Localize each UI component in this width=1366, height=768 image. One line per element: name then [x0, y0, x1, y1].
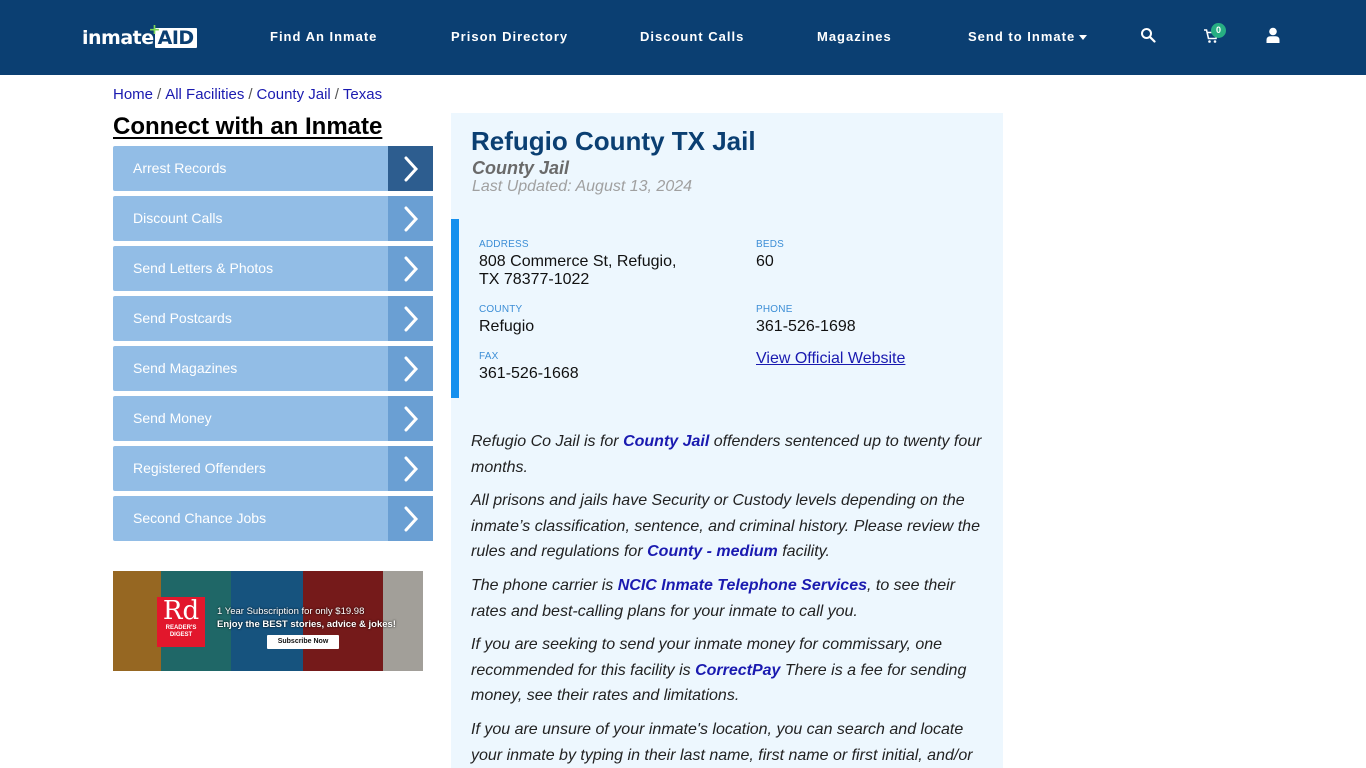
chevron-right-icon — [388, 346, 433, 391]
sidebar-item-label: Arrest Records — [133, 160, 227, 176]
county-jail-link[interactable]: County Jail — [623, 433, 709, 450]
plus-icon: + — [148, 22, 161, 38]
inmateaid-logo[interactable]: inmate + AID — [82, 22, 197, 50]
sidebar-item-arrest-records[interactable]: Arrest Records — [113, 146, 433, 191]
view-official-website-link[interactable]: View Official Website — [756, 350, 905, 368]
description-paragraph: If you are seeking to send your inmate m… — [471, 636, 967, 704]
breadcrumb-all-facilities[interactable]: All Facilities — [165, 86, 244, 103]
breadcrumb-texas[interactable]: Texas — [343, 86, 382, 103]
breadcrumb: Home / All Facilities / County Jail / Texas — [113, 86, 382, 103]
facility-type: County Jail — [472, 158, 570, 178]
chevron-right-icon — [388, 146, 433, 191]
description-paragraph: All prisons and jails have Security or C… — [471, 492, 980, 560]
sidebar-item-label: Second Chance Jobs — [133, 510, 267, 526]
description-paragraph: Refugio Co Jail is for County Jail offen… — [471, 433, 982, 476]
description-paragraph: If you are unsure of your inmate's locat… — [471, 721, 973, 764]
sidebar-item-label: Discount Calls — [133, 210, 223, 226]
chevron-right-icon — [388, 396, 433, 441]
correctpay-link[interactable]: CorrectPay — [695, 662, 780, 679]
sidebar-item-registered-offenders[interactable]: Registered Offenders — [113, 446, 433, 491]
search-icon[interactable] — [1140, 27, 1160, 47]
beds-label: BEDS — [756, 239, 785, 250]
sidebar-item-send-postcards[interactable]: Send Postcards — [113, 296, 433, 341]
sidebar-item-label: Send Magazines — [133, 360, 238, 376]
phone-label: PHONE — [756, 304, 793, 315]
sidebar-title: Connect with an Inmate — [113, 113, 383, 140]
subscribe-now-button[interactable]: Subscribe Now — [267, 635, 339, 649]
facility-title: Refugio County TX Jail — [471, 126, 756, 156]
caret-down-icon — [1079, 35, 1088, 41]
security-level-link[interactable]: County - medium — [647, 543, 778, 560]
sidebar-item-second-chance-jobs[interactable]: Second Chance Jobs — [113, 496, 433, 541]
nav-send-to-inmate-label: Send to Inmate — [968, 29, 1076, 44]
readers-digest-logo: Rd READER'S DIGEST — [157, 597, 205, 647]
sidebar-item-send-magazines[interactable]: Send Magazines — [113, 346, 433, 391]
chevron-right-icon — [388, 496, 433, 541]
nav-prison-directory[interactable]: Prison Directory — [451, 29, 568, 44]
breadcrumb-home[interactable]: Home — [113, 86, 153, 103]
readers-digest-ad-banner[interactable]: Rd READER'S DIGEST 1 Year Subscription f… — [113, 571, 423, 671]
last-updated: Last Updated: August 13, 2024 — [472, 178, 693, 195]
sidebar-item-send-money[interactable]: Send Money — [113, 396, 433, 441]
county-label: COUNTY — [479, 304, 523, 315]
beds-value: 60 — [756, 253, 774, 270]
top-navigation-bar: inmate + AID Find An Inmate Prison Direct… — [0, 0, 1366, 75]
chevron-right-icon — [388, 196, 433, 241]
cart-count-badge: 0 — [1211, 23, 1226, 38]
breadcrumb-county-jail[interactable]: County Jail — [257, 86, 331, 103]
fax-label: FAX — [479, 351, 499, 362]
description-paragraph: The phone carrier is NCIC Inmate Telepho… — [471, 577, 956, 620]
logo-text: inmate — [82, 27, 154, 49]
nav-magazines[interactable]: Magazines — [817, 29, 892, 44]
chevron-right-icon — [388, 446, 433, 491]
phone-value: 361-526-1698 — [756, 318, 856, 335]
sidebar-item-send-letters-photos[interactable]: Send Letters & Photos — [113, 246, 433, 291]
breadcrumb-separator: / — [334, 86, 339, 103]
sidebar-item-discount-calls[interactable]: Discount Calls — [113, 196, 433, 241]
address-value: 808 Commerce St, Refugio, TX 78377-1022 — [479, 253, 677, 288]
fax-value: 361-526-1668 — [479, 365, 579, 382]
county-value: Refugio — [479, 318, 535, 335]
breadcrumb-separator: / — [248, 86, 253, 103]
sidebar-item-label: Send Money — [133, 410, 212, 426]
sidebar-item-label: Registered Offenders — [133, 460, 266, 476]
user-icon[interactable] — [1266, 27, 1286, 47]
sidebar-item-label: Send Postcards — [133, 310, 232, 326]
phone-carrier-link[interactable]: NCIC Inmate Telephone Services — [618, 577, 867, 594]
nav-send-to-inmate[interactable]: Send to Inmate — [968, 29, 1088, 44]
nav-discount-calls[interactable]: Discount Calls — [640, 29, 744, 44]
chevron-right-icon — [388, 246, 433, 291]
nav-find-an-inmate[interactable]: Find An Inmate — [270, 29, 377, 44]
address-label: ADDRESS — [479, 239, 529, 250]
chevron-right-icon — [388, 296, 433, 341]
logo-accent: + AID — [149, 22, 197, 48]
sidebar-item-label: Send Letters & Photos — [133, 260, 274, 276]
ad-promo-line-1: 1 Year Subscription for only $19.98 — [217, 606, 365, 617]
ad-promo-line-2: Enjoy the BEST stories, advice & jokes! — [217, 619, 396, 630]
breadcrumb-separator: / — [157, 86, 162, 103]
info-accent-bar — [451, 219, 459, 398]
